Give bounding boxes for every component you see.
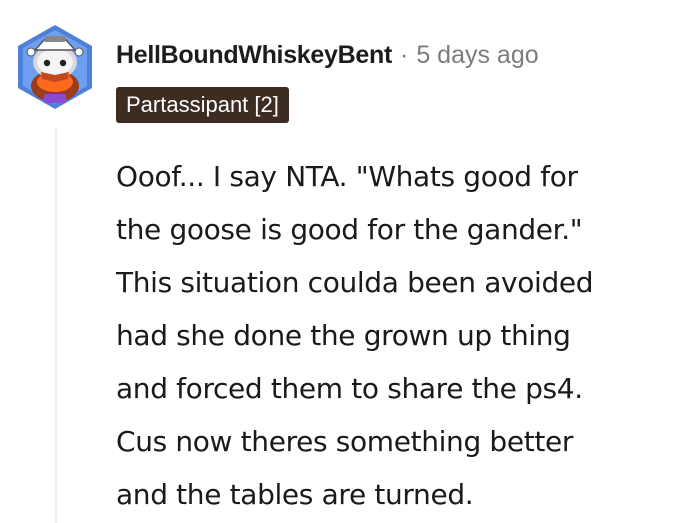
comment-timestamp[interactable]: 5 days ago (416, 41, 538, 70)
user-avatar[interactable] (14, 22, 96, 112)
thread-line[interactable] (55, 128, 57, 523)
user-flair-badge: Partassipant [2] (116, 87, 289, 123)
comment-body-line: the goose is good for the gander." (116, 213, 583, 246)
comment-body-line: and forced them to share the ps4. (116, 372, 583, 405)
comment-body-line: This situation coulda been avoided (116, 266, 594, 299)
comment-meta: HellBoundWhiskeyBent · 5 days ago (116, 36, 539, 74)
comment-body-line: Ooof... I say NTA. "Whats good for (116, 160, 578, 193)
comment-body-line: Cus now theres something better (116, 425, 574, 458)
comment-body-line: and the tables are turned. (116, 478, 474, 511)
comment-body-line: had she done the grown up thing (116, 319, 571, 352)
username-link[interactable]: HellBoundWhiskeyBent (116, 41, 392, 70)
meta-separator: · (399, 40, 409, 69)
comment-body: Ooof... I say NTA. "Whats good for the g… (116, 150, 696, 521)
snoo-avatar-icon (18, 25, 92, 109)
